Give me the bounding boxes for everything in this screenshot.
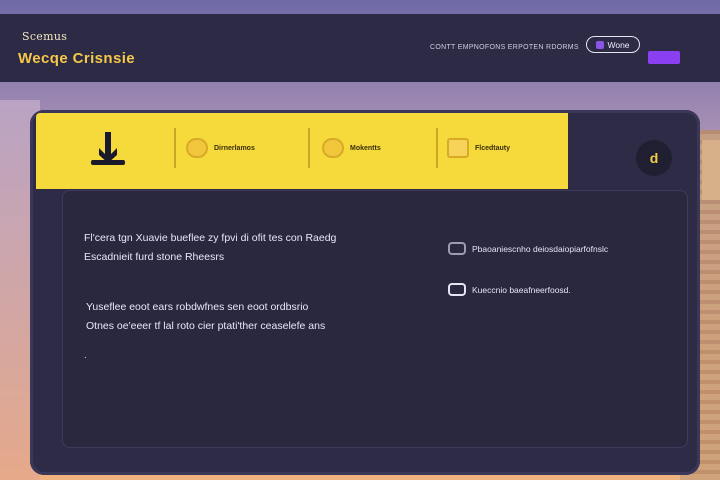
option-2[interactable]: Kueccnio baeafneerfoosd. [448, 283, 571, 296]
account-pill-label: Wone [607, 39, 630, 50]
tab-2[interactable]: Mokentts [322, 133, 381, 163]
download-icon[interactable] [88, 128, 128, 170]
tab-3[interactable]: Flcedtauty [447, 133, 510, 163]
paragraph-line: Fl'cera tgn Xuavie bueflee zy fpvi di of… [84, 232, 337, 244]
background-building [702, 140, 720, 200]
tab-divider [436, 128, 438, 168]
tab-label: Flcedtauty [475, 144, 511, 152]
paragraph-line: Otnes oe'eeer tf lal roto cier ptati'the… [86, 320, 326, 332]
brand-small: Scemus [22, 30, 68, 43]
option-1[interactable]: Pbaoaniescnho deiosdaiopiarfofnslc [448, 242, 608, 255]
bullet-text: . [84, 350, 87, 361]
app-title: Wecqe Crisnsie [18, 50, 136, 67]
tab-label: Mokentts [350, 144, 381, 152]
paragraph-line: Yuseflee eoot ears robdwfnes sen eoot or… [86, 301, 309, 313]
paragraph-2: Yuseflee eoot ears robdwfnes sen eoot or… [86, 298, 325, 336]
paragraph-line: Escadnieit furd stone Rheesrs [84, 251, 225, 263]
coin-icon [322, 138, 344, 158]
top-bar: Scemus Wecqe Crisnsie CONTT EMPNOFONS ER… [0, 14, 720, 82]
tab-1[interactable]: Dirnerlamos [186, 133, 255, 163]
tab-divider [308, 128, 310, 168]
paragraph-1: Fl'cera tgn Xuavie bueflee zy fpvi di of… [84, 229, 336, 267]
tab-divider [174, 128, 176, 168]
medal-icon [186, 138, 208, 158]
box-icon [447, 138, 469, 158]
tab-label: Dirnerlamos [214, 144, 255, 152]
primary-action-button[interactable] [648, 51, 680, 64]
account-icon [596, 40, 605, 49]
checkbox[interactable] [448, 242, 466, 255]
top-meta-text: CONTT EMPNOFONS ERPOTEN RDORMS [430, 44, 579, 51]
account-pill[interactable]: Wone [586, 36, 640, 53]
option-label: Pbaoaniescnho deiosdaiopiarfofnslc [472, 243, 609, 254]
side-action-icon[interactable]: d [636, 140, 672, 176]
option-label: Kueccnio baeafneerfoosd. [472, 284, 571, 295]
checkbox[interactable] [448, 283, 466, 296]
